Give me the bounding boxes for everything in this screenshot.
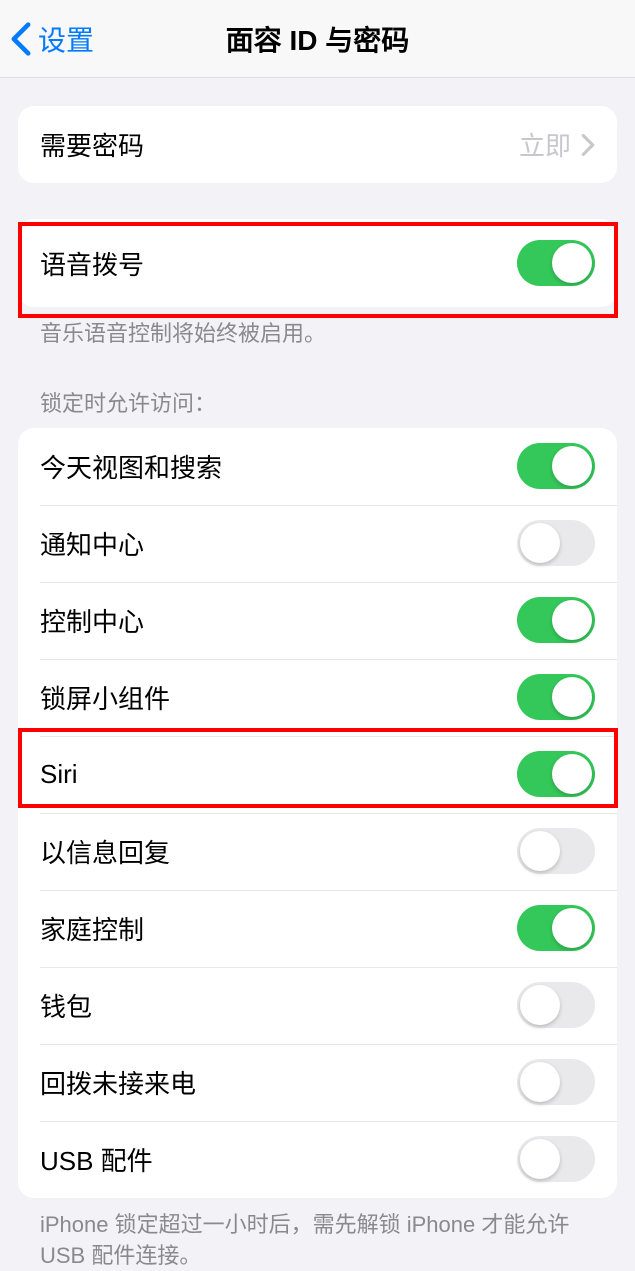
lock-access-row: 回拨未接来电 <box>18 1044 617 1121</box>
lock-access-row: USB 配件 <box>18 1121 617 1198</box>
lock-access-toggle[interactable] <box>517 674 595 720</box>
lock-access-group: 锁定时允许访问： 今天视图和搜索通知中心控制中心锁屏小组件 Siri 以信息回复家庭… <box>18 386 617 1271</box>
lock-access-row: 今天视图和搜索 <box>18 428 617 505</box>
require-passcode-group: 需要密码 立即 <box>18 106 617 183</box>
lock-access-toggle[interactable] <box>517 1059 595 1105</box>
lock-access-label: 钱包 <box>40 987 92 1024</box>
lock-access-row: 通知中心 <box>18 505 617 582</box>
back-chevron-icon <box>10 21 32 57</box>
lock-access-toggle[interactable] <box>517 443 595 489</box>
lock-access-toggle[interactable] <box>517 905 595 951</box>
lock-access-toggle[interactable] <box>517 1136 595 1182</box>
lock-access-label: 以信息回复 <box>40 833 170 870</box>
lock-access-label: USB 配件 <box>40 1141 153 1178</box>
lock-access-label: 家庭控制 <box>40 910 144 947</box>
chevron-right-icon <box>581 134 595 156</box>
require-passcode-row[interactable]: 需要密码 立即 <box>18 106 617 183</box>
lock-access-toggle[interactable] <box>517 751 595 797</box>
page-title: 面容 ID 与密码 <box>226 19 410 59</box>
voice-dial-label: 语音拨号 <box>40 245 144 282</box>
voice-dial-toggle[interactable] <box>517 240 595 286</box>
lock-access-label: 通知中心 <box>40 525 144 562</box>
lock-access-toggle[interactable] <box>517 597 595 643</box>
lock-access-label: Siri <box>40 759 78 790</box>
lock-access-toggle[interactable] <box>517 828 595 874</box>
lock-access-row: 家庭控制 <box>18 890 617 967</box>
lock-access-label: 今天视图和搜索 <box>40 448 222 485</box>
lock-access-row: Siri <box>18 736 617 813</box>
lock-access-toggle[interactable] <box>517 520 595 566</box>
navigation-bar: 设置 面容 ID 与密码 <box>0 0 635 78</box>
lock-access-header: 锁定时允许访问： <box>18 386 617 428</box>
voice-dial-group: 语音拨号 音乐语音控制将始终被启用。 <box>18 219 617 350</box>
lock-access-label: 锁屏小组件 <box>40 679 170 716</box>
back-label: 设置 <box>38 19 94 59</box>
lock-access-label: 回拨未接来电 <box>40 1064 196 1101</box>
lock-access-label: 控制中心 <box>40 602 144 639</box>
lock-access-row: 控制中心 <box>18 582 617 659</box>
lock-access-row: 钱包 <box>18 967 617 1044</box>
voice-dial-row: 语音拨号 <box>18 219 617 307</box>
back-button[interactable]: 设置 <box>0 19 94 59</box>
require-passcode-label: 需要密码 <box>40 126 144 163</box>
voice-dial-footer: 音乐语音控制将始终被启用。 <box>18 307 617 350</box>
lock-access-footer: iPhone 锁定超过一小时后，需先解锁 iPhone 才能允许 USB 配件连… <box>18 1198 617 1271</box>
lock-access-toggle[interactable] <box>517 982 595 1028</box>
require-passcode-value: 立即 <box>519 126 571 163</box>
lock-access-row: 以信息回复 <box>18 813 617 890</box>
lock-access-row: 锁屏小组件 <box>18 659 617 736</box>
